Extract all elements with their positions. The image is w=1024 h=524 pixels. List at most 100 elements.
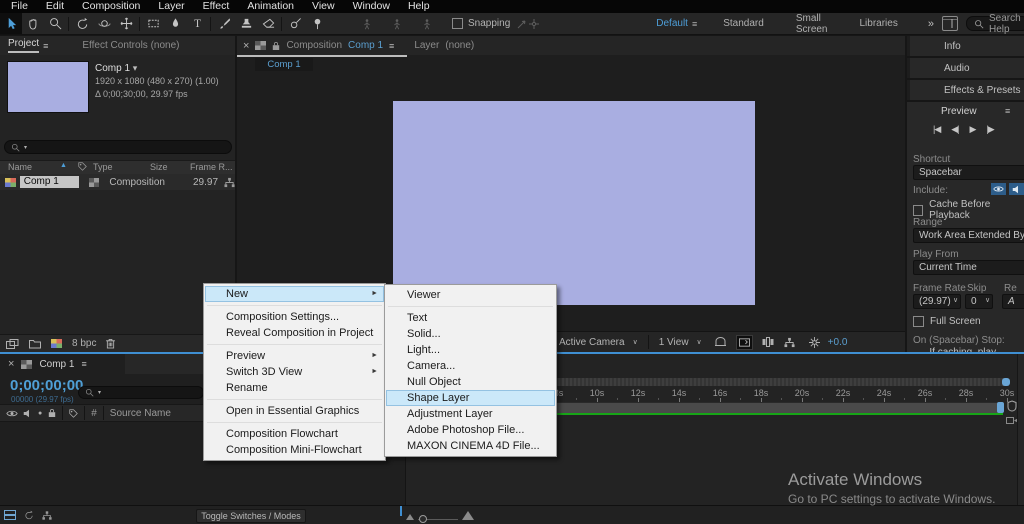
search-options-icon[interactable]: ▾ — [98, 389, 101, 396]
panel-menu-icon[interactable]: ≡ — [1005, 106, 1010, 116]
project-search-input[interactable]: ▾ — [4, 140, 232, 154]
network-icon[interactable] — [784, 337, 795, 348]
roto-brush-tool[interactable] — [284, 13, 306, 34]
chevron-down-icon[interactable]: ∨ — [953, 296, 958, 304]
transport-first-frame-icon[interactable]: |◀ — [933, 124, 940, 135]
menu-item-composition-settings[interactable]: Composition Settings... — [205, 309, 384, 325]
zoom-out-mountain-icon[interactable] — [406, 514, 414, 520]
menu-layer[interactable]: Layer — [149, 0, 193, 13]
menu-item-composition-flowchart[interactable]: Composition Flowchart — [205, 426, 384, 442]
rotation-tool[interactable] — [71, 13, 93, 34]
trash-icon[interactable] — [106, 338, 115, 349]
column-size[interactable]: Size — [150, 162, 168, 172]
workspace-default[interactable]: Default — [640, 18, 692, 29]
sort-ascending-icon[interactable]: ▲ — [60, 162, 67, 169]
timeline-search-input[interactable]: ▾ — [78, 386, 204, 399]
project-bpc-button[interactable]: 8 bpc — [72, 338, 96, 349]
preview-title[interactable]: Preview — [941, 106, 977, 117]
composition-canvas[interactable] — [393, 101, 755, 305]
tab-effect-controls[interactable]: Effect Controls (none) — [82, 40, 179, 51]
lock-icon[interactable] — [272, 41, 280, 51]
menu-item-maxon-cinema-4d-file[interactable]: MAXON CINEMA 4D File... — [386, 438, 555, 454]
shortcut-select[interactable]: Spacebar — [913, 165, 1024, 180]
tab-composition-label[interactable]: Composition — [286, 40, 342, 51]
search-options-icon[interactable]: ▾ — [24, 144, 27, 151]
include-audio-speaker-icon[interactable] — [1009, 183, 1024, 195]
video-eye-icon[interactable] — [6, 409, 18, 418]
tab-project[interactable]: Project — [8, 38, 39, 53]
menu-item-text[interactable]: Text — [386, 310, 555, 326]
workspace-overflow-icon[interactable]: » — [928, 18, 934, 30]
hand-tool[interactable] — [22, 13, 44, 34]
type-tool[interactable]: T — [186, 13, 208, 34]
menu-item-null-object[interactable]: Null Object — [386, 374, 555, 390]
search-help-input[interactable]: Search Help — [966, 16, 1024, 31]
timeline-zoom-slider-knob[interactable] — [419, 515, 427, 523]
audio-speaker-icon[interactable] — [23, 409, 32, 418]
range-select[interactable]: Work Area Extended By C — [913, 228, 1024, 243]
pan-behind-tool[interactable] — [115, 13, 137, 34]
include-video-eye-icon[interactable] — [991, 183, 1006, 195]
menu-edit[interactable]: Edit — [37, 0, 73, 13]
selection-tool[interactable] — [0, 13, 22, 34]
view-layout-select[interactable]: 1 View — [659, 337, 689, 348]
refresh-icon[interactable] — [24, 510, 34, 520]
menu-view[interactable]: View — [303, 0, 344, 13]
snapping-checkbox[interactable] — [452, 18, 463, 29]
label-color-swatch[interactable] — [89, 178, 100, 187]
menu-animation[interactable]: Animation — [238, 0, 303, 13]
timeline-tab[interactable]: × Comp 1 ≡ — [0, 354, 125, 374]
menu-item-adobe-photoshop-file[interactable]: Adobe Photoshop File... — [386, 422, 555, 438]
menu-item-camera[interactable]: Camera... — [386, 358, 555, 374]
current-timecode[interactable]: 0;00;00;00 — [10, 377, 83, 394]
label-column-icon[interactable] — [69, 409, 78, 418]
column-name[interactable]: Name — [8, 162, 32, 172]
eraser-tool[interactable] — [257, 13, 279, 34]
menu-item-solid[interactable]: Solid... — [386, 326, 555, 342]
panel-divider[interactable] — [400, 506, 402, 516]
play-from-select[interactable]: Current Time — [913, 260, 1024, 275]
menu-file[interactable]: File — [2, 0, 37, 13]
snap-along-edges-icon[interactable] — [516, 13, 528, 34]
workspace-standard[interactable]: Standard — [707, 18, 780, 29]
snap-to-features-icon[interactable] — [528, 13, 540, 34]
menu-item-viewer[interactable]: Viewer — [386, 287, 555, 303]
transport-previous-frame-icon[interactable]: ◀| — [951, 124, 958, 135]
menu-effect[interactable]: Effect — [194, 0, 239, 13]
panel-menu-icon[interactable]: ≡ — [81, 359, 86, 369]
zoom-tool[interactable] — [44, 13, 66, 34]
new-folder-icon[interactable] — [29, 339, 41, 349]
menu-item-light[interactable]: Light... — [386, 342, 555, 358]
panel-header-info[interactable]: Info — [907, 36, 1024, 56]
tab-layer[interactable]: Layer — [414, 40, 439, 51]
menu-item-shape-layer[interactable]: Shape Layer — [386, 390, 555, 406]
work-area-end-handle[interactable] — [997, 402, 1004, 413]
clone-stamp-tool[interactable] — [235, 13, 257, 34]
panel-header-effects-presets[interactable]: Effects & Presets — [907, 80, 1024, 100]
solo-icon[interactable]: ● — [38, 410, 42, 417]
panel-header-audio[interactable]: Audio — [907, 58, 1024, 78]
pen-tool[interactable] — [164, 13, 186, 34]
row-name[interactable]: Comp 1 — [20, 176, 79, 188]
layer-number-column[interactable]: # — [91, 408, 97, 419]
workspace-small-screen[interactable]: Small Screen — [780, 13, 844, 35]
column-frame-rate[interactable]: Frame R... — [190, 162, 233, 172]
source-name-column[interactable]: Source Name — [110, 408, 171, 419]
viewer-subtab[interactable]: Comp 1 — [255, 58, 313, 71]
timeline-vertical-scrollbar[interactable] — [1017, 354, 1024, 505]
cache-checkbox[interactable] — [913, 205, 923, 216]
menu-item-adjustment-layer[interactable]: Adjustment Layer — [386, 406, 555, 422]
menu-item-preview[interactable]: Preview► — [205, 348, 384, 364]
dropdown-icon[interactable]: ▾ — [133, 63, 138, 73]
menu-help[interactable]: Help — [399, 0, 439, 13]
menu-item-switch-3d-view[interactable]: Switch 3D View► — [205, 364, 384, 380]
snapping-control[interactable]: Snapping — [452, 18, 510, 29]
rectangle-tool[interactable] — [142, 13, 164, 34]
puppet-pin-tool[interactable] — [306, 13, 328, 34]
chevron-down-icon[interactable]: ∨ — [633, 338, 638, 346]
full-screen-option[interactable]: Full Screen — [913, 316, 981, 327]
toggle-switches-modes-button[interactable]: Toggle Switches / Modes — [196, 509, 306, 523]
toggle-mask-visibility-icon[interactable] — [714, 337, 727, 347]
transport-play-icon[interactable]: ▶ — [970, 124, 976, 135]
menu-item-rename[interactable]: Rename — [205, 380, 384, 396]
